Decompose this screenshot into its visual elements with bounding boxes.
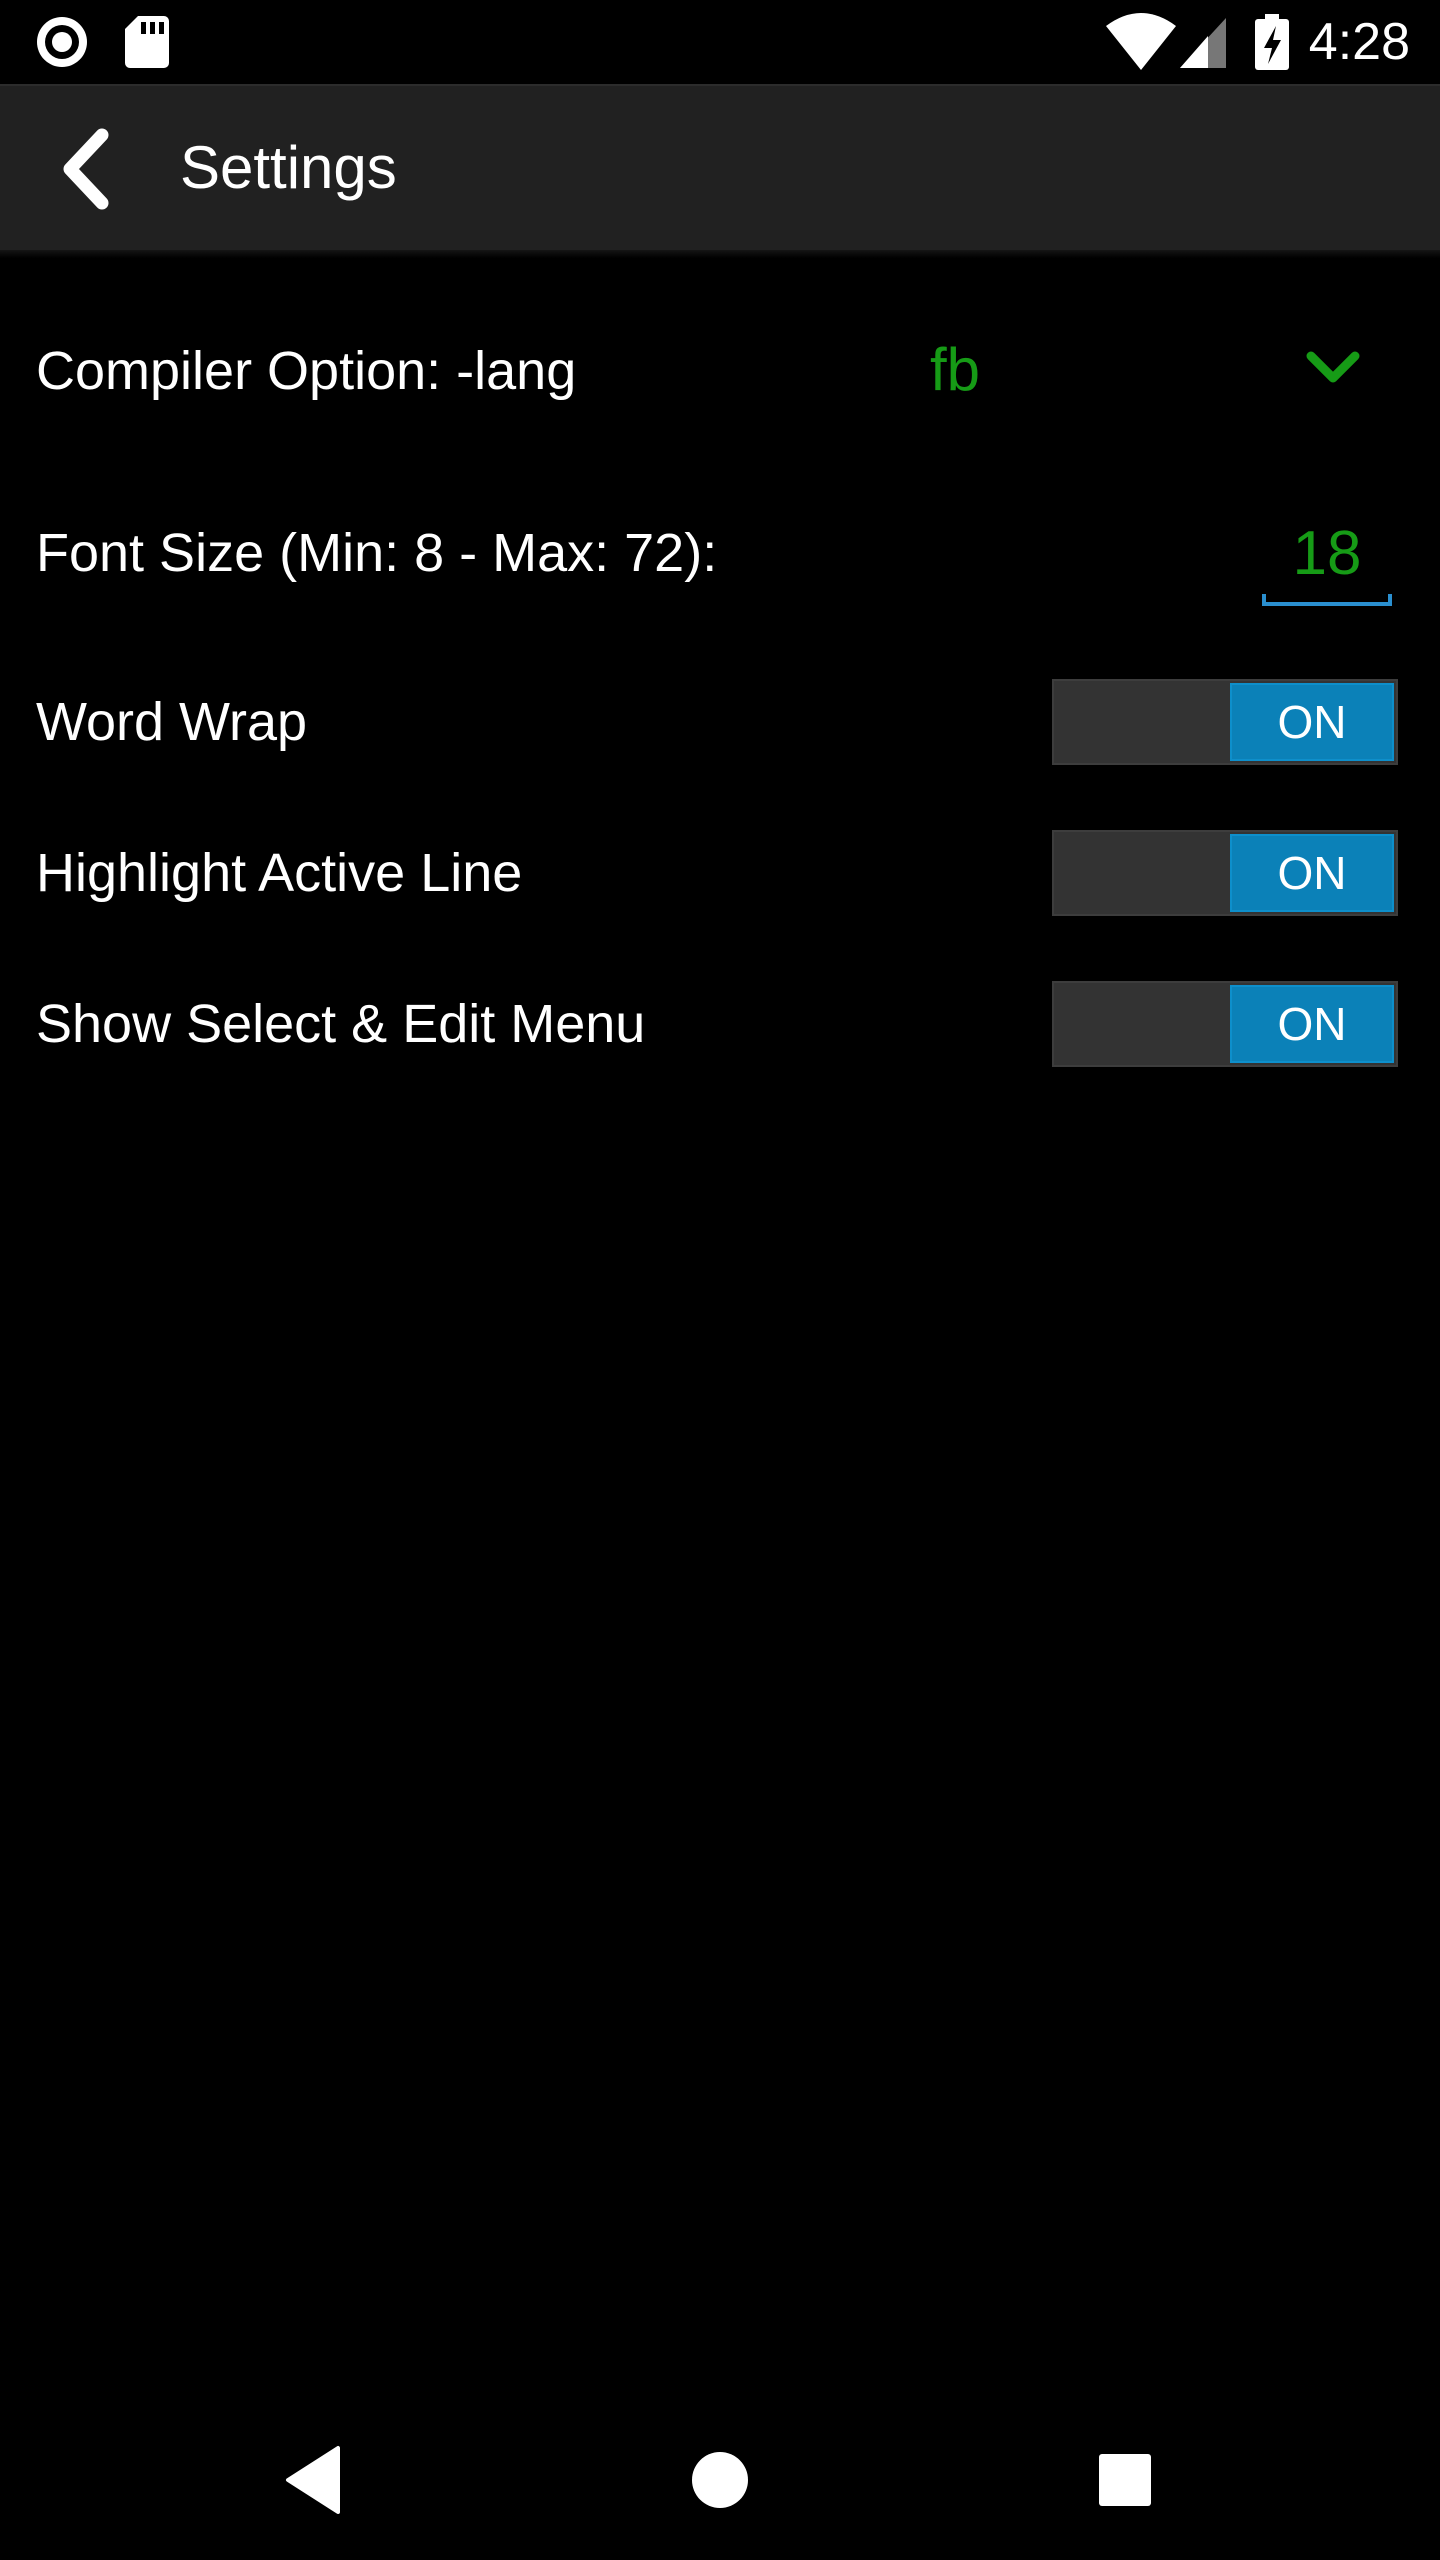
word-wrap-label: Word Wrap: [36, 692, 308, 752]
chevron-down-icon[interactable]: [1303, 346, 1363, 388]
font-size-input[interactable]: 18: [1262, 510, 1392, 606]
font-size-value[interactable]: 18: [1262, 518, 1392, 590]
highlight-active-line-toggle-thumb[interactable]: ON: [1230, 834, 1394, 912]
show-select-edit-menu-toggle[interactable]: ON: [1052, 981, 1398, 1067]
navigation-bar: [0, 2400, 1440, 2560]
wifi-icon: [1106, 13, 1176, 70]
highlight-active-line-label: Highlight Active Line: [36, 843, 523, 903]
nav-recents-icon[interactable]: [1085, 2440, 1165, 2520]
battery-charging-icon: [1255, 14, 1289, 70]
word-wrap-toggle[interactable]: ON: [1052, 679, 1398, 765]
nav-back-icon[interactable]: [276, 2440, 356, 2520]
page-title: Settings: [180, 134, 397, 201]
status-bar: 4:28: [0, 0, 1440, 84]
word-wrap-toggle-thumb[interactable]: ON: [1230, 683, 1394, 761]
show-select-edit-menu-toggle-thumb[interactable]: ON: [1230, 985, 1394, 1063]
back-button[interactable]: [40, 119, 140, 219]
back-arrow-icon: [63, 128, 109, 210]
font-size-label: Font Size (Min: 8 - Max: 72):: [36, 523, 718, 583]
font-size-underline: [1262, 594, 1392, 606]
sd-card-icon: [125, 16, 169, 68]
record-icon: [37, 17, 87, 67]
toolbar: Settings: [0, 84, 1440, 250]
status-clock: 4:28: [1308, 13, 1410, 71]
compiler-option-value[interactable]: fb: [930, 338, 980, 402]
nav-home-icon[interactable]: [680, 2440, 760, 2520]
cell-signal-icon: [1180, 18, 1226, 68]
highlight-active-line-toggle[interactable]: ON: [1052, 830, 1398, 916]
toolbar-shadow: [0, 250, 1440, 258]
compiler-option-label: Compiler Option: -lang: [36, 341, 577, 401]
show-select-edit-menu-label: Show Select & Edit Menu: [36, 994, 646, 1054]
